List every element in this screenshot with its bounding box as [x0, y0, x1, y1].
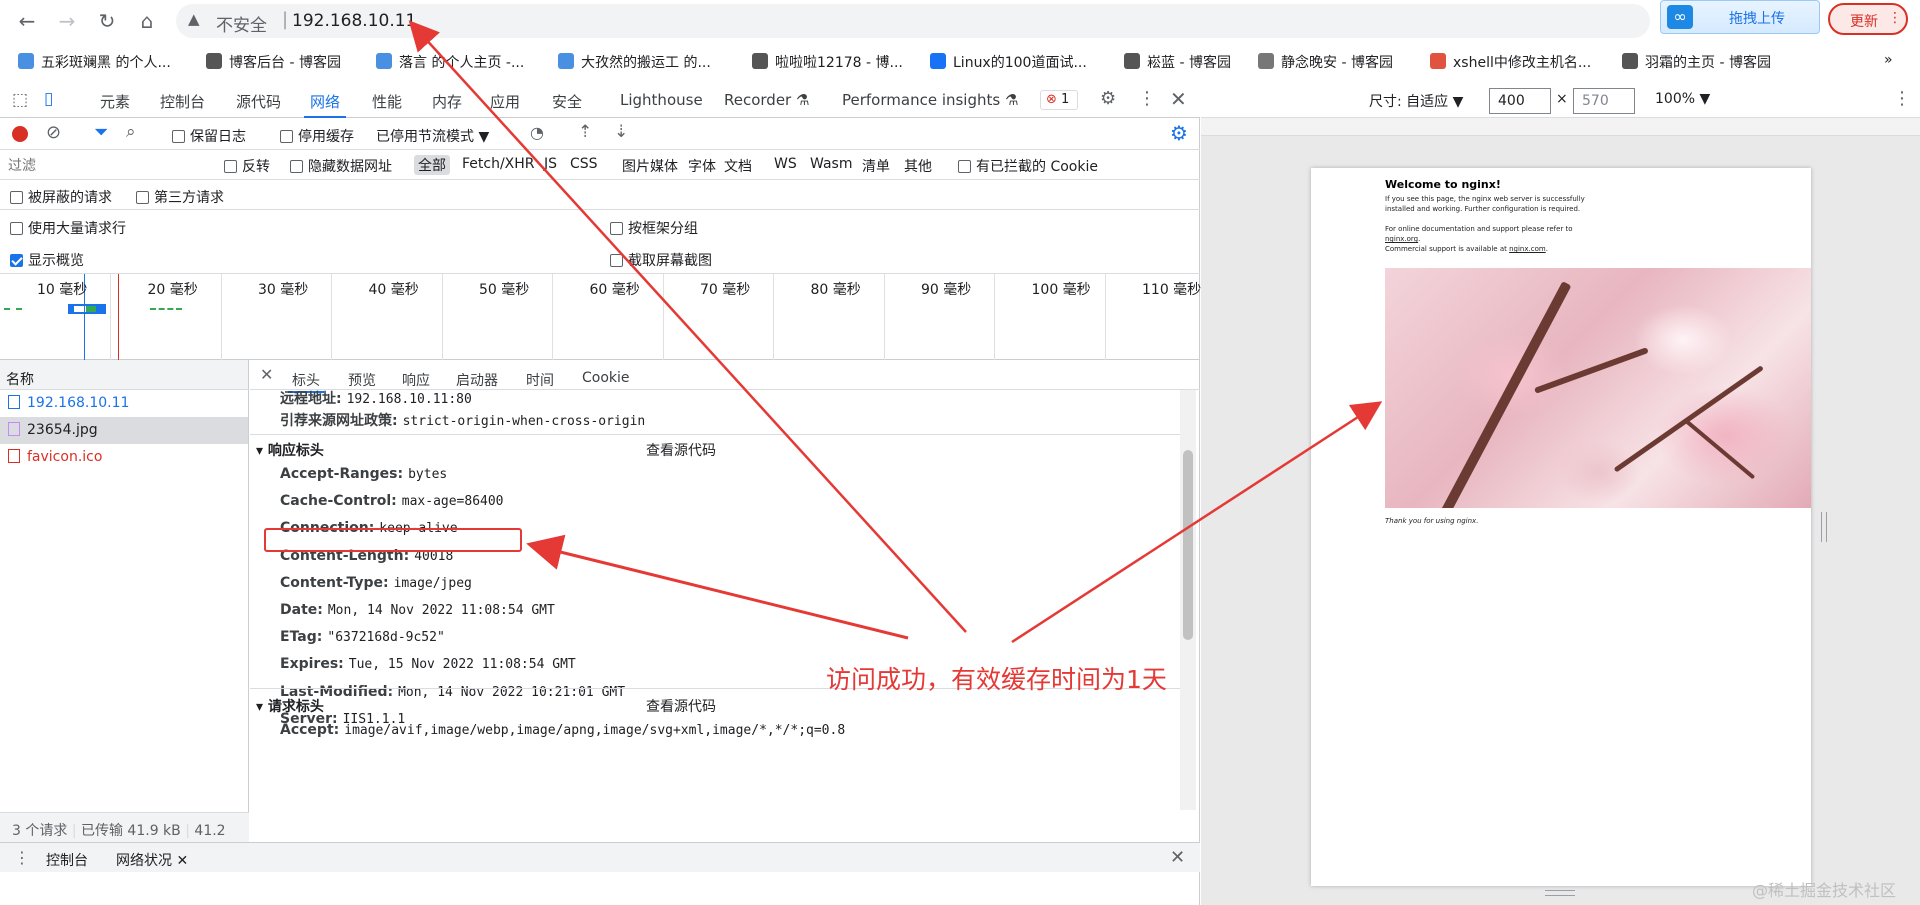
- arrow-to-page: [1011, 401, 1383, 644]
- annotation-arrows: [408, 20, 1383, 644]
- annotation-text: 访问成功，有效缓存时间为1天: [826, 665, 1167, 694]
- arrow-to-cache-control: [526, 534, 909, 640]
- watermark: @稀土掘金技术社区: [1752, 881, 1897, 900]
- arrow-to-url: [408, 20, 967, 633]
